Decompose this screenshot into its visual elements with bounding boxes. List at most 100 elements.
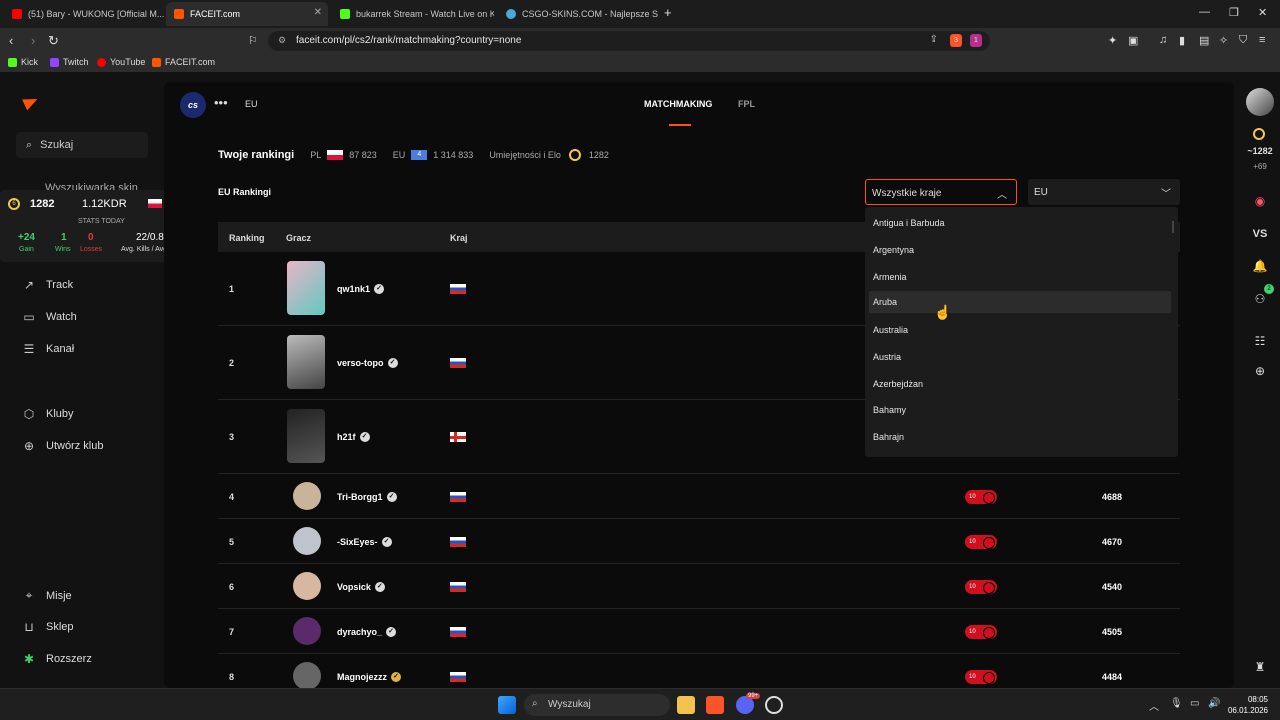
forward-icon[interactable]: › <box>31 33 35 48</box>
party-icon[interactable]: ◉ <box>1240 194 1280 208</box>
minimize-icon[interactable]: — <box>1199 6 1210 18</box>
player-name[interactable]: dyrachyo_ ✓ <box>337 627 397 637</box>
restore-icon[interactable]: ❐ <box>1229 6 1239 19</box>
country-dropdown[interactable]: Antigua i Barbuda Argentyna Armenia Arub… <box>865 207 1178 457</box>
vpn-shield-icon[interactable]: ⛉ <box>1239 34 1247 47</box>
table-row[interactable]: 7 dyrachyo_ ✓ 10 4505 <box>218 609 1180 654</box>
player-name[interactable]: h21f ✓ <box>337 432 370 442</box>
sidebar-item-watch[interactable]: ▭ Watch <box>22 310 76 324</box>
avatar[interactable] <box>287 409 325 463</box>
sidebar-toggle-icon[interactable]: ▮ <box>1179 34 1185 47</box>
player-name[interactable]: qw1nk1 ✓ <box>337 284 385 294</box>
tray-expand-icon[interactable]: ︿ <box>1149 698 1159 713</box>
menu-icon[interactable]: ≡ <box>1259 34 1265 46</box>
start-icon[interactable] <box>498 696 516 714</box>
country-option[interactable]: Bahrajn <box>869 426 1171 448</box>
sidebar-item-shop[interactable]: ⊔ Sklep <box>22 620 73 634</box>
share-icon[interactable]: ⇪ <box>930 34 938 45</box>
country-option[interactable]: Austria <box>869 346 1171 368</box>
country-option[interactable]: Argentyna <box>869 239 1171 261</box>
sidebar-item-missions[interactable]: ⌖ Misje <box>22 588 72 603</box>
sidebar-item-clubs[interactable]: ⬡ Kluby <box>22 407 74 421</box>
player-name-text: Tri-Borgg1 <box>337 492 383 502</box>
url-field[interactable]: ⚙ faceit.com/pl/cs2/rank/matchmaking?cou… <box>268 31 990 51</box>
avatar[interactable] <box>287 261 325 315</box>
steam-icon[interactable] <box>765 696 783 714</box>
friends-icon[interactable]: ⚇ <box>1240 292 1280 306</box>
user-avatar[interactable] <box>1246 88 1274 116</box>
site-info-icon[interactable]: ⚙ <box>278 35 286 46</box>
taskbar-search-input[interactable]: ⌕ Wyszukaj <box>524 694 670 716</box>
tab-fpl[interactable]: FPL <box>738 99 755 109</box>
bookmark-icon[interactable]: ⚐ <box>248 34 258 47</box>
microphone-icon[interactable]: 🎙 <box>1170 698 1183 709</box>
screenshot-icon[interactable]: ▣ <box>1128 34 1138 47</box>
country-option[interactable]: Armenia <box>869 266 1171 288</box>
player-name-text: verso-topo <box>337 358 384 368</box>
table-row[interactable]: 5 -SixEyes- ✓ 10 4670 <box>218 519 1180 564</box>
extensions-icon[interactable]: ✦ <box>1108 34 1117 47</box>
back-icon[interactable]: ‹ <box>9 33 13 48</box>
new-tab-button[interactable]: + <box>664 5 672 20</box>
bookmark-youtube[interactable]: YouTube <box>97 57 145 67</box>
avatar[interactable] <box>293 617 321 645</box>
col-country: Kraj <box>450 233 468 243</box>
faceit-logo-icon[interactable] <box>22 93 40 111</box>
avatar[interactable] <box>293 482 321 510</box>
notifications-icon[interactable]: 🔔 <box>1240 259 1280 273</box>
search-input[interactable]: ⌕ Szukaj <box>16 132 148 158</box>
tab-faceit[interactable]: FACEIT.com ✕ <box>166 2 328 26</box>
clock-date: 06.01.2026 <box>1227 706 1268 715</box>
player-name[interactable]: Vopsick ✓ <box>337 582 385 592</box>
close-window-icon[interactable]: ✕ <box>1258 6 1267 19</box>
system-clock[interactable]: 08:05 06.01.2026 <box>1226 694 1268 716</box>
table-row[interactable]: 4 Tri-Borgg1 ✓ 10 4688 <box>218 474 1180 519</box>
wallet-icon[interactable]: ▤ <box>1199 34 1209 47</box>
bookmark-kick[interactable]: Kick <box>8 57 38 67</box>
avatar[interactable] <box>293 572 321 600</box>
reload-icon[interactable]: ↻ <box>48 33 59 49</box>
tab-matchmaking[interactable]: MATCHMAKING <box>644 99 712 109</box>
bookmark-twitch[interactable]: Twitch <box>50 57 89 67</box>
network-icon[interactable]: ▭ <box>1190 698 1199 709</box>
volume-icon[interactable]: 🔊 <box>1208 698 1220 709</box>
queue-list-icon[interactable]: ☷ <box>1240 334 1280 348</box>
bookmark-faceit[interactable]: FACEIT.com <box>152 57 215 67</box>
leo-ai-icon[interactable]: ✧ <box>1219 34 1228 47</box>
add-circle-icon[interactable]: ⊕ <box>1240 364 1280 378</box>
sidebar-item-feed[interactable]: ☰ Kanał <box>22 342 75 356</box>
country-option[interactable]: Antigua i Barbuda <box>869 212 1171 234</box>
country-option[interactable]: Australia <box>869 319 1171 341</box>
brave-browser-icon[interactable] <box>706 696 724 714</box>
vs-button[interactable]: VS <box>1240 228 1280 240</box>
player-name[interactable]: -SixEyes- ✓ <box>337 537 392 547</box>
file-explorer-icon[interactable] <box>677 696 695 714</box>
tab-youtube[interactable]: (51) Bary - WUKONG [Official M... <box>4 2 164 26</box>
chat-bot-icon[interactable]: ♜ <box>1240 660 1280 674</box>
sidebar-item-create-club[interactable]: ⊕ Utwórz klub <box>22 439 104 453</box>
sidebar-item-expand[interactable]: ✱ Rozszerz <box>22 652 92 666</box>
player-name[interactable]: verso-topo ✓ <box>337 358 398 368</box>
country-option[interactable]: Bahamy <box>869 399 1171 421</box>
avatar[interactable] <box>293 662 321 690</box>
game-badge[interactable]: cs <box>180 92 206 118</box>
country-select[interactable]: Wszystkie kraje ︿ <box>865 179 1017 205</box>
brave-shields-icon[interactable]: 3 <box>950 34 962 47</box>
music-icon[interactable]: ♫ <box>1159 34 1167 46</box>
dropdown-scrollbar[interactable] <box>1172 221 1174 233</box>
player-name[interactable]: Tri-Borgg1 ✓ <box>337 492 397 502</box>
tab-kick[interactable]: bukarrek Stream - Watch Live on Kick <box>332 2 494 26</box>
tab-csgo-skins[interactable]: CSGO-SKINS.COM - Najlepsze Skrzy... <box>498 2 658 26</box>
player-name[interactable]: Magnojezzz ✓ <box>337 672 402 682</box>
avatar[interactable] <box>293 527 321 555</box>
brave-rewards-icon[interactable]: 1 <box>970 34 982 47</box>
country-option[interactable]: Azerbejdżan <box>869 373 1171 395</box>
region-select[interactable]: EU ﹀ <box>1028 179 1180 205</box>
close-tab-icon[interactable]: ✕ <box>314 7 322 18</box>
region-label[interactable]: EU <box>245 99 258 109</box>
sidebar-item-track[interactable]: ↗ Track <box>22 278 73 292</box>
table-row[interactable]: 6 Vopsick ✓ 10 4540 <box>218 564 1180 609</box>
avatar[interactable] <box>287 335 325 389</box>
country-option-hovered[interactable]: Aruba <box>869 291 1171 313</box>
more-options-icon[interactable]: ••• <box>214 95 228 110</box>
